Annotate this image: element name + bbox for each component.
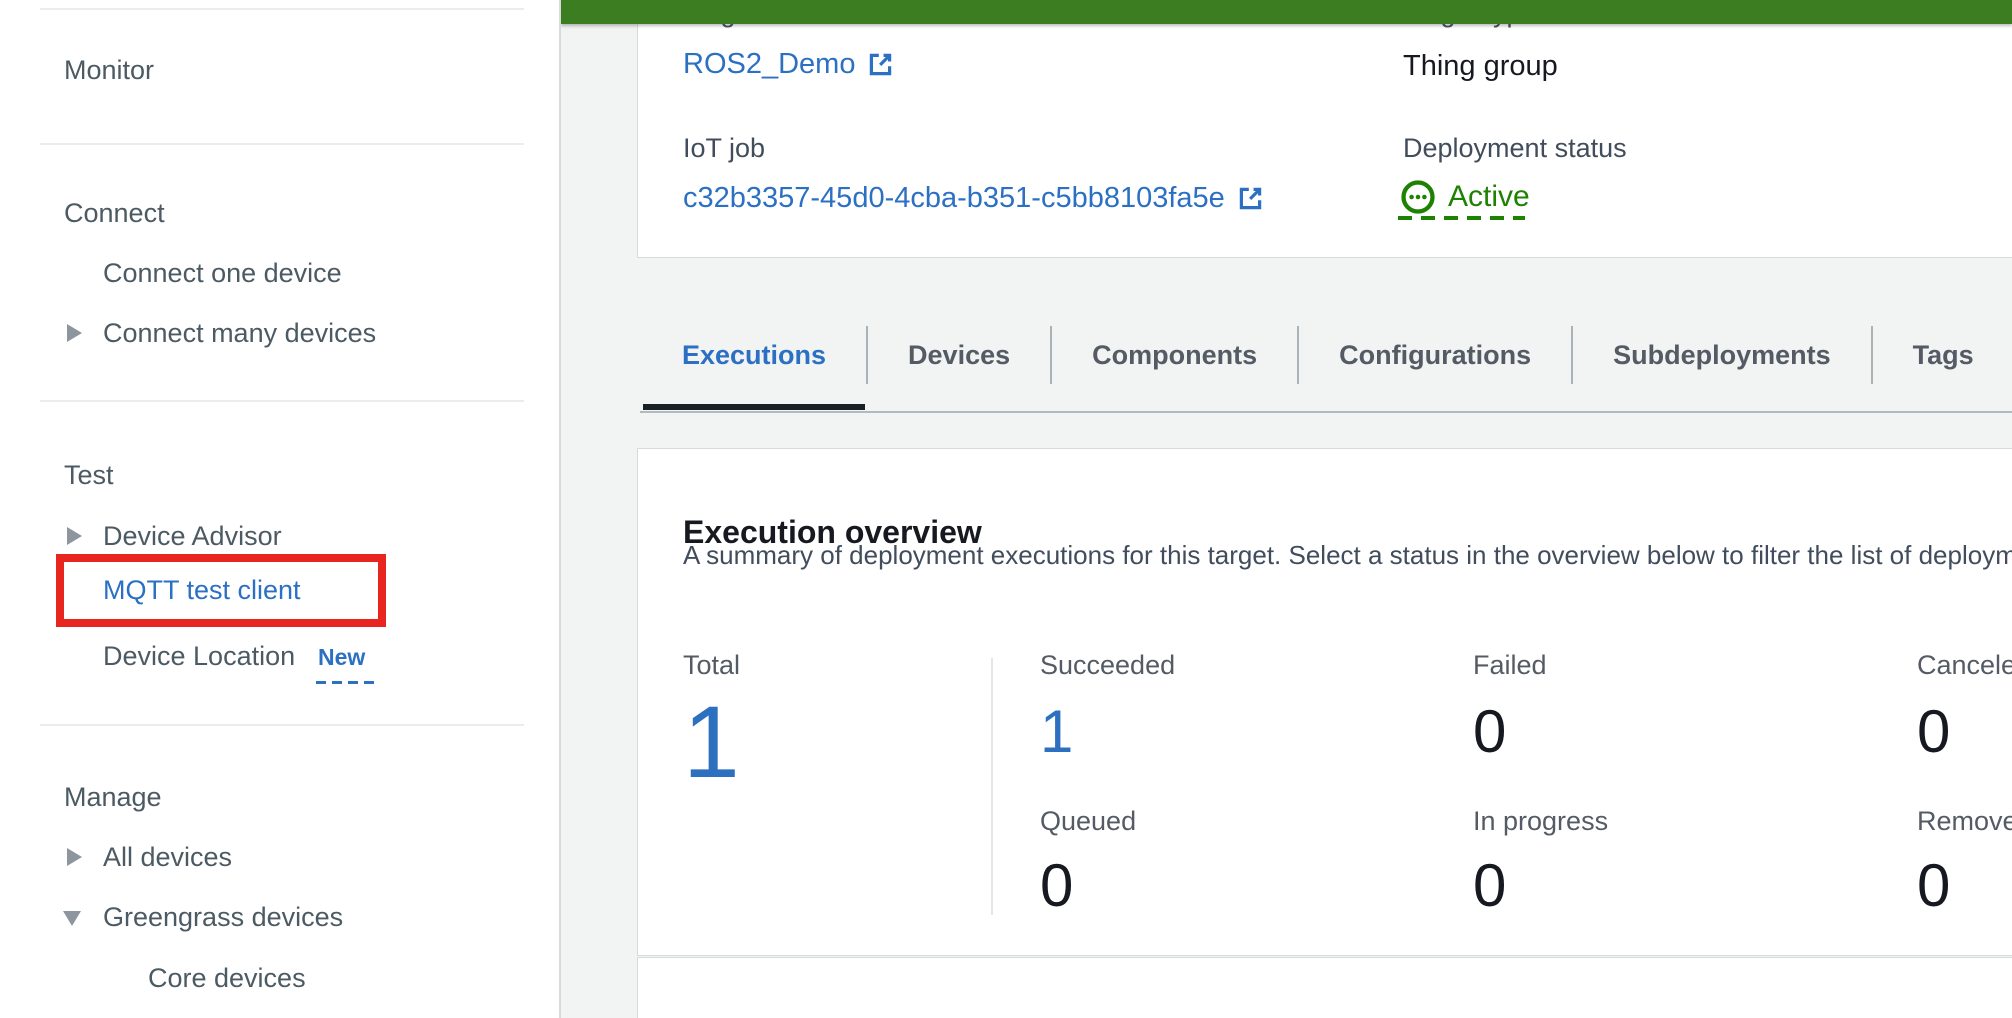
stat-total-value[interactable]: 1 — [683, 686, 740, 798]
stat-total-label: Total — [683, 650, 740, 681]
sidebar-item-manage[interactable]: Manage — [64, 779, 162, 815]
external-link-icon — [867, 51, 894, 78]
iot-job-label: IoT job — [683, 133, 765, 163]
target-link[interactable]: ROS2_Demo — [683, 47, 894, 81]
stat-canceled-value[interactable]: 0 — [1917, 698, 1950, 766]
status-in-progress-icon — [1399, 178, 1437, 216]
tab-subdeployments[interactable]: Subdeployments — [1573, 326, 1873, 384]
tab-devices[interactable]: Devices — [868, 326, 1052, 384]
sidebar-item-connect-one-device[interactable]: Connect one device — [103, 255, 342, 291]
sidebar-item-device-location[interactable]: Device Location New — [103, 638, 295, 674]
sidebar-divider — [40, 8, 524, 10]
active-tab-indicator — [643, 404, 865, 410]
execution-overview-description: A summary of deployment executions for t… — [683, 540, 2012, 571]
tabs-baseline-rule — [640, 411, 2012, 413]
sidebar-item-connect-many-devices[interactable]: Connect many devices — [103, 315, 376, 351]
deployment-status-label: Deployment status — [1403, 133, 1627, 163]
tab-executions[interactable]: Executions — [643, 326, 868, 384]
sidebar-item-label: Greengrass devices — [103, 902, 343, 932]
stat-in-progress-label: In progress — [1473, 806, 1608, 837]
status-tooltip-underline — [1398, 216, 1525, 220]
sidebar-item-all-devices[interactable]: All devices — [103, 839, 232, 875]
new-badge: New — [318, 639, 365, 675]
sidebar-item-label: Device Location — [103, 641, 295, 671]
sidebar-divider — [40, 724, 524, 726]
sidebar-item-monitor[interactable]: Monitor — [64, 52, 154, 88]
sidebar-divider — [40, 143, 524, 145]
sidebar-item-connect[interactable]: Connect — [64, 195, 165, 231]
sidebar-navigation: Monitor Connect Connect one device Conne… — [0, 0, 561, 1018]
chevron-right-icon — [67, 848, 82, 866]
status-active-text: Active — [1448, 180, 1530, 214]
sidebar-item-test[interactable]: Test — [64, 457, 114, 493]
target-link-text: ROS2_Demo — [683, 47, 855, 81]
chevron-right-icon — [67, 527, 82, 545]
sidebar-item-label: All devices — [103, 842, 232, 872]
aws-iot-console-screen: Target ROS2_Demo IoT job c32b3357-45d0-4… — [0, 0, 2012, 1018]
deployment-status-value[interactable]: Active — [1399, 178, 1530, 216]
tab-tags[interactable]: Tags — [1873, 326, 2012, 384]
external-link-icon — [1237, 185, 1264, 212]
target-type-value: Thing group — [1403, 49, 1558, 83]
iot-job-link-text: c32b3357-45d0-4cba-b351-c5bb8103fa5e — [683, 181, 1225, 215]
chevron-right-icon — [67, 324, 82, 342]
sidebar-divider — [40, 400, 524, 402]
stat-failed-value[interactable]: 0 — [1473, 698, 1506, 766]
tab-components[interactable]: Components — [1052, 326, 1299, 384]
stat-queued-label: Queued — [1040, 806, 1136, 837]
stat-queued-value[interactable]: 0 — [1040, 852, 1073, 920]
stat-succeeded-value[interactable]: 1 — [1040, 698, 1073, 766]
stat-succeeded-label: Succeeded — [1040, 650, 1175, 681]
deployment-executions-card — [637, 957, 2012, 1018]
deployment-detail-card — [637, 0, 2012, 258]
tab-bar: Executions Devices Components Configurat… — [643, 326, 2012, 384]
mqtt-highlight-box: MQTT test client — [56, 554, 386, 627]
sidebar-item-greengrass-devices[interactable]: Greengrass devices — [103, 899, 343, 935]
stat-canceled-label: Canceled — [1917, 650, 2012, 681]
sidebar-item-core-devices[interactable]: Core devices — [148, 960, 306, 996]
tab-configurations[interactable]: Configurations — [1299, 326, 1573, 384]
iot-job-link[interactable]: c32b3357-45d0-4cba-b351-c5bb8103fa5e — [683, 181, 1264, 215]
stats-divider — [991, 658, 993, 915]
sidebar-item-device-advisor[interactable]: Device Advisor — [103, 518, 282, 554]
notification-banner — [561, 0, 2012, 24]
sidebar-item-label: Device Advisor — [103, 521, 282, 551]
stat-removed-value[interactable]: 0 — [1917, 852, 1950, 920]
sidebar-item-label: Connect many devices — [103, 318, 376, 348]
chevron-down-icon — [63, 911, 81, 926]
sidebar-item-mqtt-test-client[interactable]: MQTT test client — [103, 562, 301, 619]
stat-removed-label: Removed — [1917, 806, 2012, 837]
stat-in-progress-value[interactable]: 0 — [1473, 852, 1506, 920]
stat-failed-label: Failed — [1473, 650, 1547, 681]
